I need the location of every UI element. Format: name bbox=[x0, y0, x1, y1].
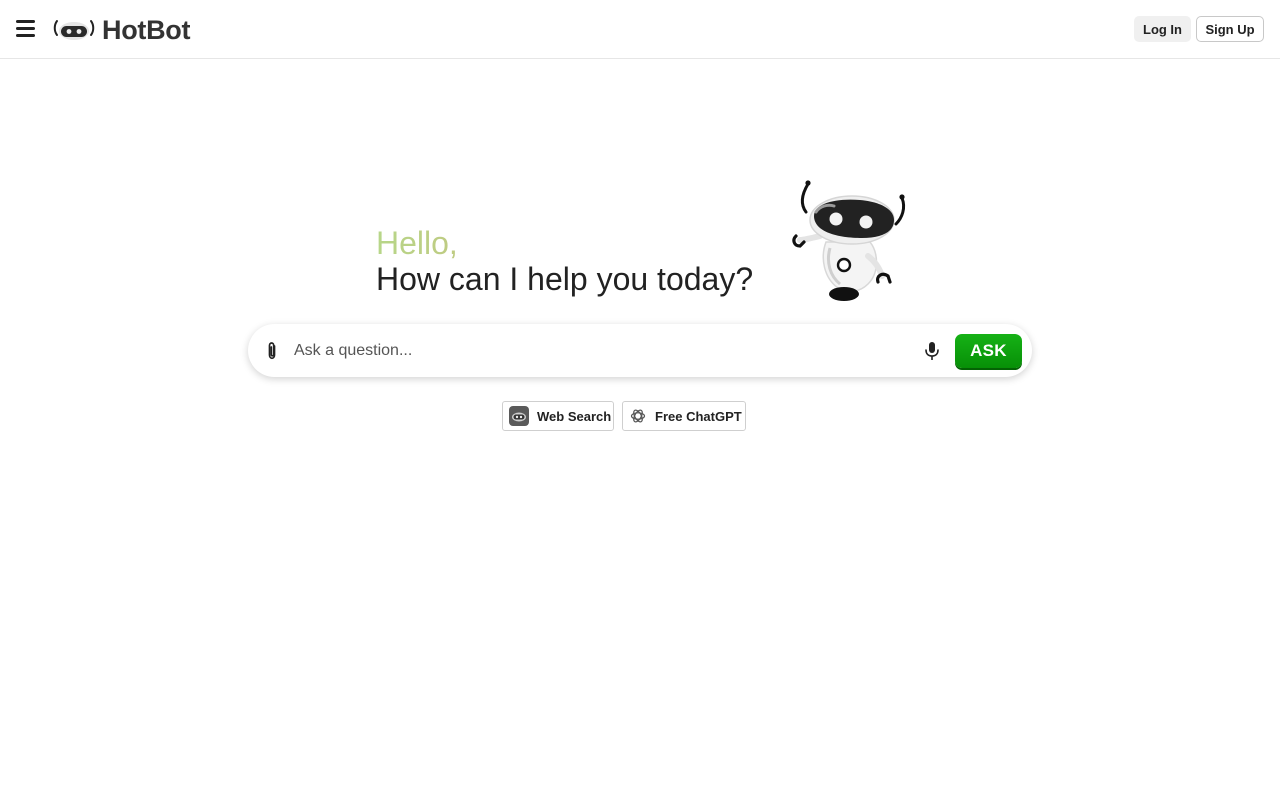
headline-text: How can I help you today? bbox=[376, 261, 754, 297]
microphone-icon[interactable] bbox=[922, 340, 942, 362]
hotbot-logo[interactable]: HotBot bbox=[53, 14, 190, 46]
signup-button[interactable]: Sign Up bbox=[1196, 16, 1264, 42]
web-search-label: Web Search bbox=[537, 408, 612, 424]
robot-search-icon bbox=[509, 406, 529, 426]
robot-mascot-illustration bbox=[792, 180, 906, 301]
logo-text: HotBot bbox=[102, 14, 191, 45]
ask-button[interactable]: ASK bbox=[955, 334, 1022, 368]
hero-greeting: Hello, How can I help you today? bbox=[376, 224, 753, 298]
question-input[interactable] bbox=[294, 337, 904, 365]
robot-head-icon bbox=[53, 20, 95, 40]
web-search-chip[interactable]: Web Search bbox=[502, 401, 614, 431]
free-chatgpt-label: Free ChatGPT bbox=[655, 408, 742, 424]
openai-logo-icon bbox=[629, 406, 647, 426]
hamburger-menu-icon[interactable] bbox=[16, 18, 40, 40]
top-header: HotBot Log In Sign Up bbox=[0, 0, 1280, 59]
login-button[interactable]: Log In bbox=[1134, 16, 1191, 42]
free-chatgpt-chip[interactable]: Free ChatGPT bbox=[622, 401, 746, 431]
greeting-text: Hello, bbox=[376, 224, 753, 262]
paperclip-icon[interactable] bbox=[263, 341, 281, 361]
